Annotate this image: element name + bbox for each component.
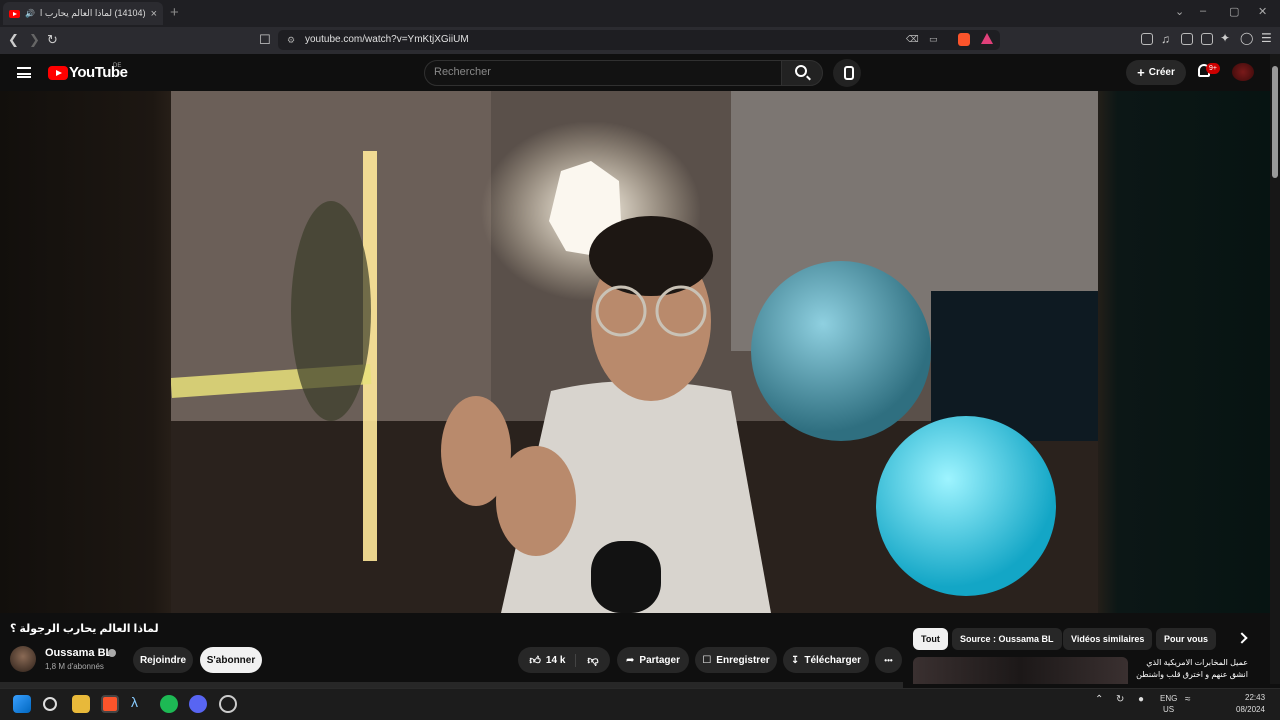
join-button[interactable]: Rejoindre: [133, 647, 193, 673]
cast-icon[interactable]: ▭: [929, 34, 938, 45]
extensions-icon[interactable]: [1141, 33, 1153, 45]
back-icon[interactable]: ❮: [8, 32, 19, 48]
tab-title: (14104) لماذا العالم يحارب الرجـ: [39, 8, 146, 18]
like-button[interactable]: 👍︎ 14 k: [529, 653, 577, 667]
vpn-icon[interactable]: ◯: [1240, 31, 1253, 45]
microphone-icon[interactable]: ●: [1138, 694, 1144, 705]
chip-similar[interactable]: Vidéos similaires: [1063, 628, 1153, 650]
create-button[interactable]: + Créer: [1126, 60, 1186, 85]
spotify-icon[interactable]: [160, 695, 178, 713]
leo-ai-icon[interactable]: ✦: [1220, 31, 1230, 45]
keyboard-region[interactable]: US: [1163, 705, 1174, 714]
subscribe-label: S'abonner: [206, 654, 256, 666]
thumbs-down-icon[interactable]: 👎︎: [581, 654, 598, 667]
maximize-button[interactable]: ▢: [1229, 5, 1239, 18]
youtube-logo-icon[interactable]: [48, 66, 68, 80]
tab-close-icon[interactable]: ×: [151, 8, 157, 20]
wallet-icon[interactable]: [1201, 33, 1213, 45]
discord-icon[interactable]: [189, 695, 207, 713]
like-count: 14 k: [545, 654, 566, 666]
share-label: Partager: [639, 654, 680, 666]
start-icon[interactable]: [13, 695, 31, 713]
voice-search-button[interactable]: [833, 59, 861, 87]
tab-search-icon[interactable]: ⌄: [1175, 5, 1184, 18]
bookmark-icon[interactable]: ☐: [259, 32, 271, 48]
more-actions-button[interactable]: •••: [875, 647, 902, 673]
url-text[interactable]: youtube.com/watch?v=YmKtjXGiiUM: [305, 34, 469, 45]
share-button[interactable]: ➦ Partager: [617, 647, 689, 673]
new-tab-button[interactable]: +: [170, 4, 179, 21]
terminal-icon[interactable]: λ: [131, 694, 149, 712]
subscribe-button[interactable]: S'abonner: [200, 647, 262, 673]
download-label: Télécharger: [804, 654, 862, 666]
create-label: Créer: [1148, 67, 1175, 78]
sidebar-icon[interactable]: [1181, 33, 1193, 45]
share-icon: ➦: [626, 654, 635, 666]
join-label: Rejoindre: [139, 654, 187, 666]
file-explorer-icon[interactable]: [72, 695, 90, 713]
recommendation-title[interactable]: عميل المخابرات الامريكية الذي انشق عنهم …: [1133, 657, 1248, 681]
channel-name[interactable]: Oussama BL: [45, 647, 112, 659]
video-frame[interactable]: [171, 91, 1098, 613]
like-dislike-group: 👍︎ 14 k 👎︎: [518, 647, 610, 673]
tray-app-icon[interactable]: ↻: [1116, 694, 1124, 705]
menu-icon[interactable]: ☰: [1261, 31, 1272, 45]
keyboard-language[interactable]: ENG: [1160, 694, 1177, 703]
translate-icon[interactable]: ⌫: [906, 34, 919, 45]
speaker-icon[interactable]: 🔊: [25, 9, 35, 18]
chip-all[interactable]: Tout: [913, 628, 948, 650]
account-avatar[interactable]: [1232, 63, 1254, 81]
download-icon: ↧: [790, 654, 800, 666]
save-icon: ☐: [702, 654, 712, 666]
minimize-button[interactable]: –: [1200, 5, 1206, 17]
wifi-icon[interactable]: ≈: [1185, 694, 1191, 705]
browser-tab[interactable]: 🔊 (14104) لماذا العالم يحارب الرجـ ×: [3, 2, 163, 25]
subscriber-count: 1,8 M d'abonnés: [45, 662, 104, 671]
brave-shield-icon[interactable]: [958, 33, 970, 46]
verified-badge-icon: [108, 649, 116, 657]
chip-for-you[interactable]: Pour vous: [1156, 628, 1217, 650]
chevron-right-icon[interactable]: [1236, 632, 1248, 644]
channel-avatar[interactable]: [10, 646, 36, 672]
site-info-icon[interactable]: ⚙: [287, 35, 295, 46]
download-button[interactable]: ↧ Télécharger: [783, 647, 869, 673]
media-icon[interactable]: ♫: [1161, 32, 1170, 46]
close-window-button[interactable]: ✕: [1258, 5, 1267, 18]
browser-tabstrip: [0, 0, 1280, 27]
app-icon[interactable]: [219, 695, 237, 713]
search-icon: [795, 65, 807, 77]
reload-icon[interactable]: ↻: [47, 32, 58, 48]
chip-source[interactable]: Source : Oussama BL: [952, 628, 1062, 650]
thumbs-up-icon: 👍︎: [529, 654, 541, 667]
brave-browser-icon[interactable]: [101, 695, 119, 713]
save-button[interactable]: ☐ Enregistrer: [695, 647, 777, 673]
youtube-favicon-icon: [9, 9, 20, 18]
clock-time[interactable]: 22:43: [1245, 693, 1265, 702]
guide-menu-icon[interactable]: [17, 67, 31, 78]
brave-rewards-icon[interactable]: [981, 33, 993, 44]
page-scrollbar-thumb[interactable]: [1272, 66, 1278, 178]
video-scene: [171, 91, 1098, 613]
region-code: DE: [113, 63, 122, 69]
notifications-badge: 9+: [1206, 63, 1220, 74]
search-icon[interactable]: [43, 697, 57, 711]
search-placeholder: Rechercher: [434, 66, 491, 78]
recommendation-thumbnail[interactable]: [913, 657, 1128, 684]
more-icon: •••: [884, 655, 893, 665]
plus-icon: +: [1137, 65, 1145, 80]
save-label: Enregistrer: [716, 654, 770, 666]
video-title: لماذا العالم يحارب الرجولة ؟: [10, 623, 159, 635]
tray-overflow-icon[interactable]: ⌃: [1095, 694, 1103, 705]
forward-icon[interactable]: ❯: [29, 32, 40, 48]
clock-date[interactable]: 08/2024: [1236, 705, 1265, 714]
